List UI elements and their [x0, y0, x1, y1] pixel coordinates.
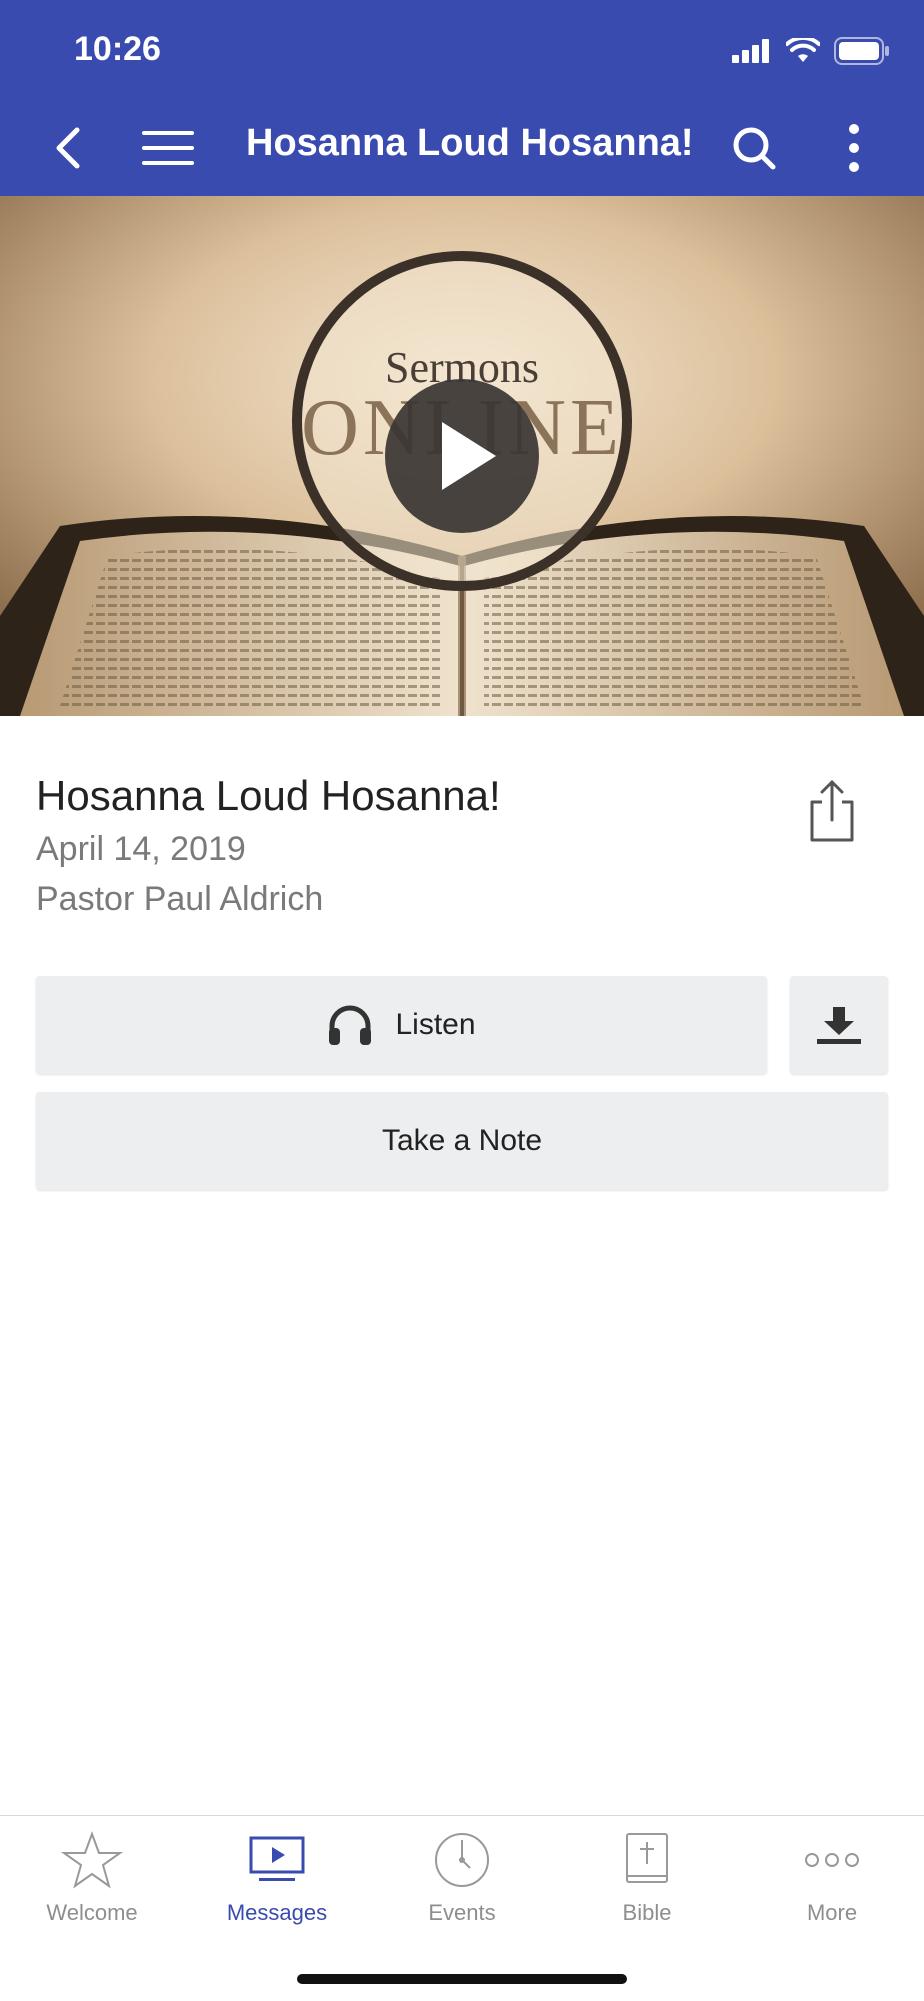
wifi-icon: [786, 38, 820, 62]
sermon-speaker: Pastor Paul Aldrich: [36, 880, 324, 918]
sermon-date: April 14, 2019: [36, 830, 246, 868]
tab-messages[interactable]: Messages: [185, 1816, 369, 1936]
tab-label-bible: Bible: [622, 1900, 672, 1925]
more-vertical-icon: [849, 124, 859, 172]
tab-welcome[interactable]: Welcome: [0, 1816, 184, 1936]
sermon-title: Hosanna Loud Hosanna!: [36, 772, 501, 819]
search-icon: [733, 127, 776, 170]
status-time: 10:26: [74, 30, 161, 68]
video-icon: [249, 1836, 305, 1881]
tab-label-more: More: [806, 1900, 858, 1925]
tab-label-messages: Messages: [226, 1900, 328, 1925]
share-icon: [810, 780, 854, 842]
nav-bar: Hosanna Loud Hosanna!: [0, 100, 924, 196]
hamburger-icon: [142, 131, 194, 165]
take-note-label: Take a Note: [381, 1124, 543, 1157]
video-thumbnail[interactable]: Sermons ONLINE: [0, 196, 924, 716]
signal-icon: [732, 39, 769, 63]
bible-icon: [626, 1833, 668, 1883]
search-button[interactable]: [724, 118, 784, 178]
status-icons: [732, 36, 890, 66]
listen-button[interactable]: Listen: [36, 976, 767, 1074]
nav-title: Hosanna Loud Hosanna!: [246, 122, 694, 164]
back-button[interactable]: [38, 118, 98, 178]
download-button[interactable]: [790, 976, 888, 1074]
more-dots-icon: [805, 1853, 859, 1867]
listen-label: Listen: [395, 1008, 476, 1041]
home-indicator: [297, 1974, 627, 1984]
tab-label-welcome: Welcome: [46, 1900, 138, 1925]
battery-icon: [834, 37, 889, 65]
tab-events[interactable]: Events: [370, 1816, 554, 1936]
clock-icon: [435, 1833, 489, 1887]
share-button[interactable]: [800, 776, 864, 848]
play-button[interactable]: [385, 379, 539, 533]
download-icon: [817, 1007, 861, 1044]
headphones-icon: [329, 1005, 372, 1045]
tab-more[interactable]: More: [740, 1816, 924, 1936]
star-icon: [60, 1831, 124, 1889]
tab-label-events: Events: [428, 1900, 496, 1925]
menu-button[interactable]: [138, 118, 198, 178]
chevron-left-icon: [56, 127, 80, 169]
tab-bible[interactable]: Bible: [555, 1816, 739, 1936]
sermons-online-artwork: Sermons ONLINE: [0, 196, 924, 716]
take-note-button[interactable]: Take a Note: [36, 1092, 888, 1190]
status-bar: 10:26: [0, 0, 924, 100]
overflow-menu-button[interactable]: [824, 118, 884, 178]
